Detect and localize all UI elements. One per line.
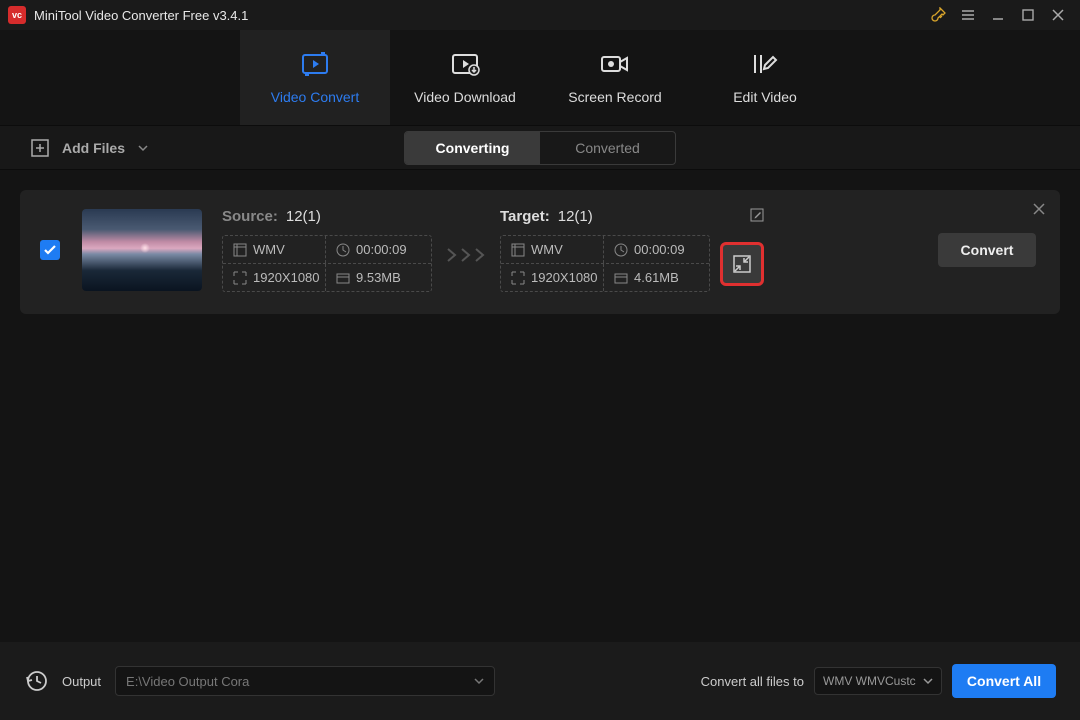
check-icon <box>43 243 57 257</box>
add-file-icon <box>30 138 50 158</box>
resolution-icon <box>233 271 247 285</box>
tab-converting[interactable]: Converting <box>405 132 540 164</box>
tab-video-convert-label: Video Convert <box>271 89 359 105</box>
tab-video-download-label: Video Download <box>414 89 516 105</box>
edit-target-button[interactable] <box>750 208 764 226</box>
convert-icon <box>299 51 331 77</box>
target-format-value: WMV WMVCustc <box>823 674 916 688</box>
add-files-label: Add Files <box>62 140 125 156</box>
conversion-item: Source: 12(1) WMV 00:00:09 <box>20 190 1060 314</box>
source-size: 9.53MB <box>356 270 401 285</box>
maximize-icon[interactable] <box>1014 1 1042 29</box>
add-files-button[interactable]: Add Files <box>30 138 149 158</box>
content-area: Source: 12(1) WMV 00:00:09 <box>0 170 1080 334</box>
source-info: Source: 12(1) WMV 00:00:09 <box>222 208 432 292</box>
convert-all-button[interactable]: Convert All <box>952 664 1056 698</box>
titlebar: vc MiniTool Video Converter Free v3.4.1 <box>0 0 1080 30</box>
history-icon[interactable] <box>24 669 48 693</box>
source-duration: 00:00:09 <box>356 242 407 257</box>
arrow-icon <box>432 248 500 262</box>
footer: Output E:\Video Output Cora Convert all … <box>0 642 1080 720</box>
tab-edit-video-label: Edit Video <box>733 89 797 105</box>
minimize-icon[interactable] <box>984 1 1012 29</box>
target-duration: 00:00:09 <box>634 242 685 257</box>
chevron-down-icon <box>923 676 933 686</box>
clock-icon <box>614 243 628 257</box>
compress-icon <box>733 255 751 273</box>
menu-icon[interactable] <box>954 1 982 29</box>
convert-all-to-label: Convert all files to <box>701 674 804 689</box>
size-icon <box>614 271 628 285</box>
remove-item-button[interactable] <box>1032 202 1046 221</box>
window-controls <box>924 1 1072 29</box>
tab-converted[interactable]: Converted <box>540 132 675 164</box>
output-label: Output <box>62 674 101 689</box>
format-icon <box>233 243 247 257</box>
source-filename: 12(1) <box>286 208 321 225</box>
source-resolution: 1920X1080 <box>253 270 320 285</box>
target-info: Target: 12(1) WMV 00:00:09 <box>500 208 764 292</box>
app-logo: vc <box>8 6 26 24</box>
tab-video-download[interactable]: Video Download <box>390 30 540 125</box>
output-path-value: E:\Video Output Cora <box>126 674 249 689</box>
chevron-down-icon <box>474 676 484 686</box>
target-resolution: 1920X1080 <box>531 270 598 285</box>
tab-screen-record[interactable]: Screen Record <box>540 30 690 125</box>
main-nav: Video Convert Video Download Screen Reco… <box>0 30 1080 125</box>
video-thumbnail[interactable] <box>82 209 202 291</box>
target-label: Target: <box>500 208 550 225</box>
target-size: 4.61MB <box>634 270 679 285</box>
edit-video-icon <box>749 51 781 77</box>
tab-edit-video[interactable]: Edit Video <box>690 30 840 125</box>
output-path-select[interactable]: E:\Video Output Cora <box>115 666 495 696</box>
compress-settings-button[interactable] <box>720 242 764 286</box>
close-icon[interactable] <box>1044 1 1072 29</box>
source-format: WMV <box>253 242 285 257</box>
target-format: WMV <box>531 242 563 257</box>
conversion-state-tabs: Converting Converted <box>404 131 676 165</box>
target-format-select[interactable]: WMV WMVCustc <box>814 667 942 695</box>
record-icon <box>599 51 631 77</box>
tab-screen-record-label: Screen Record <box>568 89 661 105</box>
chevron-down-icon <box>137 142 149 154</box>
convert-button[interactable]: Convert <box>938 233 1036 267</box>
tab-video-convert[interactable]: Video Convert <box>240 30 390 125</box>
resolution-icon <box>511 271 525 285</box>
download-icon <box>449 51 481 77</box>
format-icon <box>511 243 525 257</box>
source-label: Source: <box>222 208 278 225</box>
clock-icon <box>336 243 350 257</box>
target-filename: 12(1) <box>558 208 593 225</box>
size-icon <box>336 271 350 285</box>
item-checkbox[interactable] <box>40 240 60 260</box>
toolbar: Add Files Converting Converted <box>0 125 1080 170</box>
key-icon[interactable] <box>924 1 952 29</box>
app-title: MiniTool Video Converter Free v3.4.1 <box>34 8 924 23</box>
